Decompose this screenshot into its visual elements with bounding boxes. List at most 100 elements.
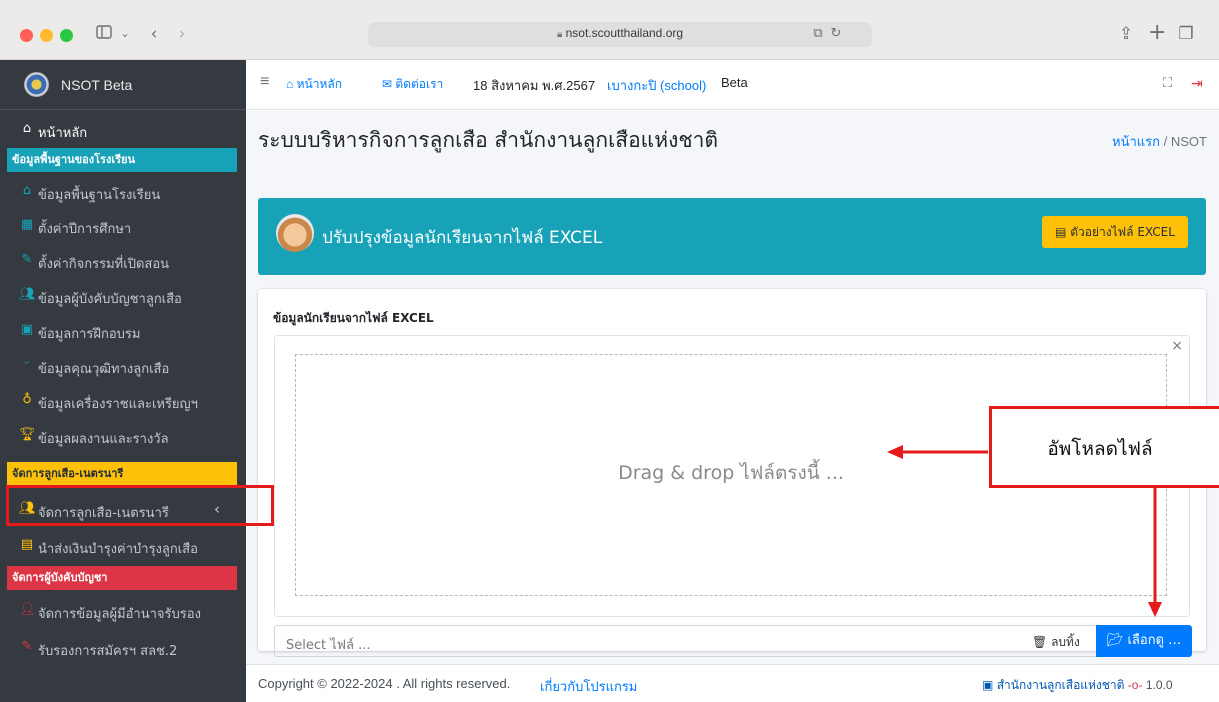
brand-name: NSOT Beta <box>61 77 133 93</box>
sidebar-item-label: ข้อมูลเครื่องราชและเหรียญฯ <box>38 397 198 412</box>
chevron-down-icon[interactable]: ⌄ <box>118 24 132 44</box>
remove-button[interactable]: 🗑︎ ลบทิ้ง <box>1032 633 1080 652</box>
ribbon-icon: ᵕ <box>24 357 30 372</box>
sidebar-item-academic-year[interactable]: ▦ ตั้งค่าปีการศึกษา <box>0 211 246 241</box>
nav-contact-link[interactable]: ✉ ติดต่อเรา <box>382 75 443 94</box>
logout-icon[interactable]: ⇥ <box>1191 75 1203 92</box>
sidebar-item-commanders[interactable]: 👥︎ ข้อมูลผู้บังคับบัญชาลูกเสือ <box>0 281 246 311</box>
upload-label: ข้อมูลนักเรียนจากไฟล์ EXCEL <box>273 311 434 325</box>
url-text: nsot.scoutthailand.org <box>565 26 684 40</box>
lock-icon: 🔒︎ <box>556 29 563 40</box>
sidebar-item-label: รับรองการสมัครฯ สลช.2 <box>38 644 178 659</box>
scout-knot-icon: -o- <box>1127 678 1143 692</box>
breadcrumb-separator: / <box>1163 134 1168 149</box>
sidebar-item-label: ตั้งค่าปีการศึกษา <box>38 222 132 237</box>
sidebar-section-scouts: จัดการลูกเสือ-เนตรนารี <box>7 462 237 486</box>
sidebar-item-label: หน้าหลัก <box>38 126 88 141</box>
beta-label: Beta <box>721 75 748 90</box>
highlight-box-manage-scouts <box>6 485 274 526</box>
breadcrumb-current: NSOT <box>1170 134 1207 149</box>
sidebar-item-label: จัดการข้อมูลผู้มีอำนาจรับรอง <box>38 607 201 622</box>
home-icon: ⌂ <box>286 77 294 91</box>
address-bar[interactable]: 🔒︎ nsot.scoutthailand.org ⧉ ↻ <box>368 22 872 47</box>
sidebar-section-school: ข้อมูลพื้นฐานของโรงเรียน <box>7 148 237 172</box>
back-arrow-icon[interactable]: ‹ <box>147 24 161 44</box>
sidebar-item-label: ข้อมูลคุณวุฒิทางลูกเสือ <box>38 362 170 377</box>
sidebar-item-label: ข้อมูลพื้นฐานโรงเรียน <box>38 188 161 203</box>
medal-icon: ♁ <box>22 392 32 407</box>
school-icon: ⌂ <box>22 183 32 198</box>
sample-excel-label: ตัวอย่างไฟล์ EXCEL <box>1070 225 1175 239</box>
calendar-icon: ▦ <box>20 217 34 232</box>
sidebar-item-label: ข้อมูลการฝึกอบรม <box>38 327 141 342</box>
footer-org-label: สำนักงานลูกเสือแห่งชาติ <box>996 678 1125 692</box>
fullscreen-icon[interactable]: ⛶ <box>1163 75 1172 91</box>
forward-arrow-icon[interactable]: › <box>175 24 189 44</box>
nav-home-link[interactable]: ⌂ หน้าหลัก <box>286 75 342 94</box>
upload-banner: ปรับปรุงข้อมูลนักเรียนจากไฟล์ EXCEL ▤ ตั… <box>258 198 1206 275</box>
file-input-placeholder[interactable]: Select ไฟล์ ... <box>286 634 370 655</box>
browse-label: เลือกดู … <box>1127 633 1182 648</box>
sidebar-item-label: นำส่งเงินบำรุงค่าบำรุงลูกเสือ <box>38 542 198 557</box>
page-title: ระบบบริหารกิจการลูกเสือ สำนักงานลูกเสือแ… <box>258 128 719 152</box>
footer-org: ▣ สำนักงานลูกเสือแห่งชาติ -o- 1.0.0 <box>982 676 1173 695</box>
edit-icon: ✎ <box>21 252 33 267</box>
envelope-icon: ✉ <box>382 77 393 91</box>
sidebar-item-awards[interactable]: 🏆︎ ข้อมูลผลงานและรางวัล <box>0 421 246 451</box>
sidebar: NSOT Beta ⌂ หน้าหลัก ข้อมูลพื้นฐานของโรง… <box>0 60 246 702</box>
sidebar-item-label: ตั้งค่ากิจกรรมที่เปิดสอน <box>38 257 170 272</box>
browse-button[interactable]: 📂︎ เลือกดู … <box>1096 625 1192 657</box>
sidebar-item-label: ข้อมูลผลงานและรางวัล <box>38 432 169 447</box>
scout-logo-icon <box>24 72 49 97</box>
nav-home-label: หน้าหลัก <box>296 77 342 91</box>
top-navbar: ≡ ⌂ หน้าหลัก ✉ ติดต่อเรา 18 สิงหาคม พ.ศ.… <box>246 60 1219 110</box>
copyright-text: Copyright © 2022-2024 . All rights reser… <box>258 676 511 691</box>
current-date: 18 สิงหาคม พ.ศ.2567 <box>473 78 596 93</box>
new-tab-icon[interactable]: + <box>1148 22 1166 44</box>
tab-overview-icon[interactable]: ❐ <box>1177 24 1195 44</box>
sidebar-item-school-info[interactable]: ⌂ ข้อมูลพื้นฐานโรงเรียน <box>0 177 246 207</box>
sidebar-item-certify[interactable]: ✎ รับรองการสมัครฯ สลช.2 <box>0 633 246 663</box>
footer: Copyright © 2022-2024 . All rights reser… <box>246 664 1219 702</box>
sidebar-item-activities[interactable]: ✎ ตั้งค่ากิจกรรมที่เปิดสอน <box>0 246 246 276</box>
translate-icon[interactable]: ⧉ <box>809 24 827 44</box>
brand-link[interactable]: NSOT Beta <box>0 60 246 110</box>
browser-window: ⌄ ‹ › 🔒︎ nsot.scoutthailand.org ⧉ ↻ ⇪ + … <box>0 0 1219 702</box>
sidebar-item-decorations[interactable]: ♁ ข้อมูลเครื่องราชและเหรียญฯ <box>0 386 246 416</box>
home-icon: ⌂ <box>22 121 32 136</box>
money-icon: ▤ <box>20 537 34 552</box>
id-card-icon: ▣ <box>20 322 34 337</box>
sidebar-item-qualifications[interactable]: ᵕ ข้อมูลคุณวุฒิทางลูกเสือ <box>0 351 246 381</box>
file-excel-icon: ▤ <box>1055 225 1067 239</box>
about-link[interactable]: เกี่ยวกับโปรแกรม <box>540 676 637 697</box>
trophy-icon: 🏆︎ <box>19 427 36 442</box>
sidebar-toggle-icon[interactable] <box>94 24 114 44</box>
breadcrumb-home[interactable]: หน้าแรก <box>1112 134 1160 149</box>
edit-icon: ✎ <box>21 639 33 654</box>
close-icon[interactable]: × <box>1171 338 1183 354</box>
browser-toolbar: ⌄ ‹ › 🔒︎ nsot.scoutthailand.org ⧉ ↻ ⇪ + … <box>0 0 1219 60</box>
user-edit-icon: 👤︎ <box>19 602 36 617</box>
upload-callout-text: อัพโหลดไฟล์ <box>1047 438 1153 460</box>
sidebar-item-training[interactable]: ▣ ข้อมูลการฝึกอบรม <box>0 316 246 346</box>
org-logo-icon: ▣ <box>982 678 994 692</box>
minimize-window-button[interactable] <box>40 29 53 42</box>
folder-open-icon: 📂︎ <box>1106 633 1124 648</box>
reload-icon[interactable]: ↻ <box>829 24 843 44</box>
banner-title: ปรับปรุงข้อมูลนักเรียนจากไฟล์ EXCEL <box>322 228 603 248</box>
share-icon[interactable]: ⇪ <box>1117 24 1135 44</box>
version-text: 1.0.0 <box>1145 678 1173 692</box>
sidebar-item-authorities[interactable]: 👤︎ จัดการข้อมูลผู้มีอำนาจรับรอง <box>0 596 246 626</box>
content-wrapper: ระบบบริหารกิจการลูกเสือ สำนักงานลูกเสือแ… <box>246 111 1219 664</box>
users-icon: 👥︎ <box>19 287 36 302</box>
sample-excel-button[interactable]: ▤ ตัวอย่างไฟล์ EXCEL <box>1042 216 1188 248</box>
breadcrumb: หน้าแรก / NSOT <box>1112 131 1207 152</box>
close-window-button[interactable] <box>20 29 33 42</box>
remove-label: ลบทิ้ง <box>1051 635 1080 649</box>
sidebar-item-fees[interactable]: ▤ นำส่งเงินบำรุงค่าบำรุงลูกเสือ <box>0 531 246 561</box>
sidebar-item-home[interactable]: ⌂ หน้าหลัก <box>0 115 246 145</box>
scout-avatar-icon <box>276 214 314 252</box>
maximize-window-button[interactable] <box>60 29 73 42</box>
sidebar-section-commanders: จัดการผู้บังคับบัญชา <box>7 566 237 590</box>
hamburger-menu-icon[interactable]: ≡ <box>260 73 269 91</box>
